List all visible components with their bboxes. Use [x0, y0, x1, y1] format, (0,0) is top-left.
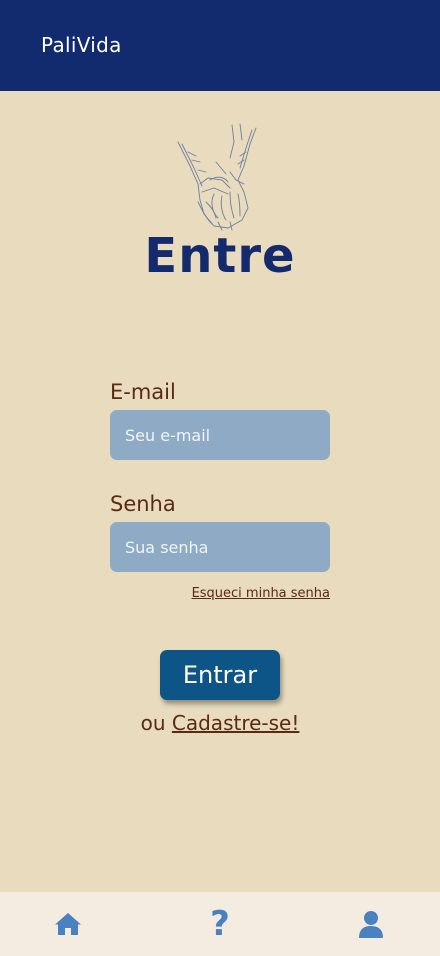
- app-title: PaliVida: [41, 33, 122, 57]
- bottom-nav: ?: [0, 892, 440, 956]
- page-title: Entre: [144, 228, 296, 284]
- forgot-password-link[interactable]: Esqueci minha senha: [192, 586, 330, 601]
- holding-hands-icon: [177, 123, 257, 231]
- help-icon: ?: [210, 904, 230, 944]
- user-icon: [359, 911, 383, 938]
- email-field[interactable]: [110, 410, 330, 460]
- nav-home[interactable]: [38, 892, 98, 956]
- nav-profile[interactable]: [341, 892, 401, 956]
- password-field[interactable]: [110, 522, 330, 572]
- signup-link[interactable]: Cadastre-se!: [172, 711, 299, 735]
- home-icon: [55, 913, 81, 935]
- signup-prefix: ou: [140, 711, 172, 735]
- email-label: E-mail: [110, 380, 176, 404]
- login-button[interactable]: Entrar: [160, 650, 280, 700]
- app-header: PaliVida: [0, 0, 440, 91]
- nav-help[interactable]: ?: [190, 892, 250, 956]
- signup-line: ou Cadastre-se!: [0, 711, 440, 735]
- password-label: Senha: [110, 492, 176, 516]
